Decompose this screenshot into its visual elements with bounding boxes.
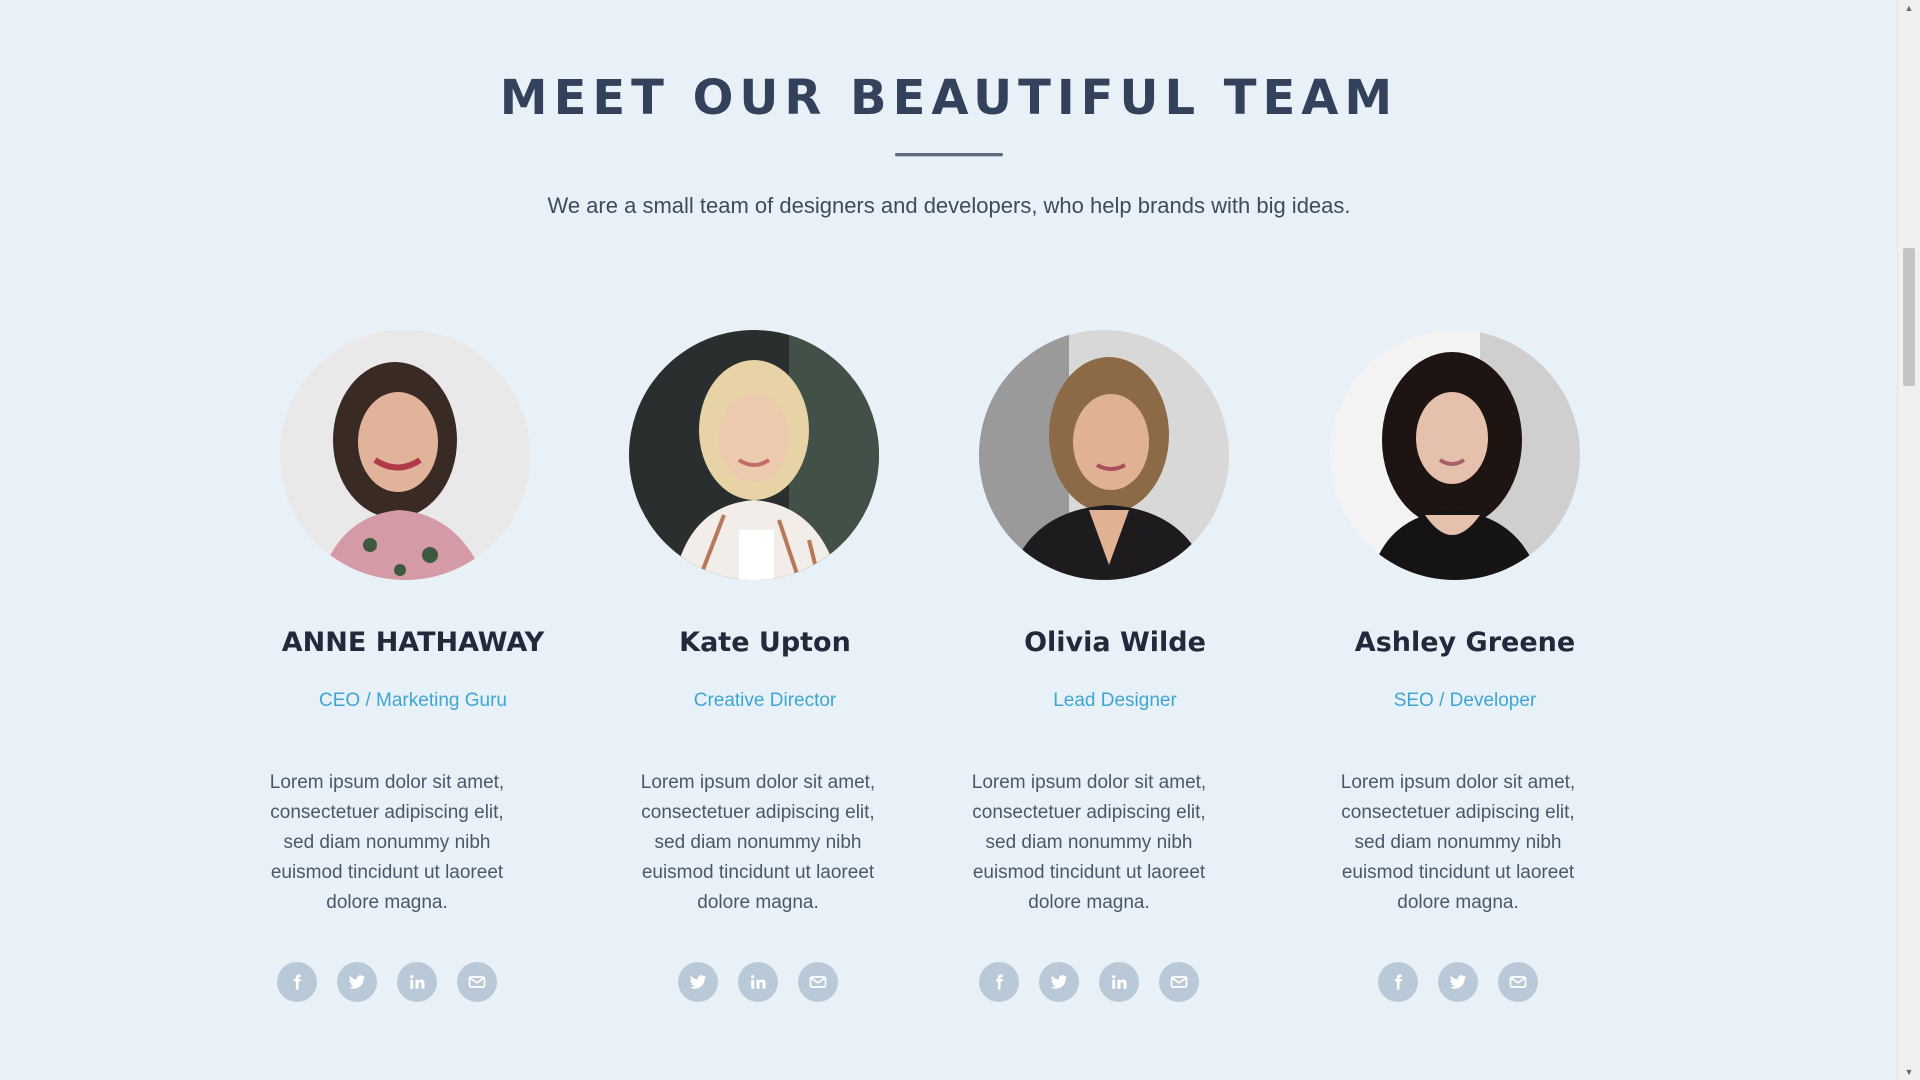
facebook-icon[interactable]: [979, 962, 1019, 1002]
email-icon[interactable]: [798, 962, 838, 1002]
member-bio: Lorem ipsum dolor sit amet, consectetuer…: [640, 772, 876, 913]
twitter-icon[interactable]: [1438, 962, 1478, 1002]
social-links: [909, 962, 1269, 1002]
team-section: MEET OUR BEAUTIFUL TEAM We are a small t…: [0, 0, 1898, 1080]
member-photo: [280, 330, 530, 580]
linkedin-icon[interactable]: [738, 962, 778, 1002]
email-icon[interactable]: [1159, 962, 1199, 1002]
team-member-card: Ashley Greene SEO / Developer Lorem ipsu…: [1285, 330, 1645, 1002]
twitter-icon[interactable]: [678, 962, 718, 1002]
member-photo: [629, 330, 879, 580]
section-title: MEET OUR BEAUTIFUL TEAM: [499, 70, 1399, 126]
twitter-icon[interactable]: [1039, 962, 1079, 1002]
member-name: Olivia Wilde: [1024, 627, 1206, 658]
social-links: [578, 962, 938, 1002]
member-name: ANNE HATHAWAY: [281, 627, 545, 658]
title-divider: [895, 153, 1003, 156]
member-role: Lead Designer: [1053, 690, 1177, 711]
member-photo: [1330, 330, 1580, 580]
facebook-icon[interactable]: [277, 962, 317, 1002]
social-links: [1278, 962, 1638, 1002]
member-bio: Lorem ipsum dolor sit amet, consectetuer…: [971, 772, 1207, 913]
member-role: Creative Director: [693, 690, 837, 711]
member-bio: Lorem ipsum dolor sit amet, consectetuer…: [1340, 772, 1576, 913]
member-bio: Lorem ipsum dolor sit amet, consectetuer…: [269, 772, 505, 913]
scrollbar-thumb[interactable]: [1903, 248, 1915, 386]
team-member-card: Kate Upton Creative Director Lorem ipsum…: [585, 330, 945, 1002]
team-member-card: ANNE HATHAWAY CEO / Marketing Guru Lorem…: [233, 330, 593, 1002]
section-subtitle: We are a small team of designers and dev…: [547, 193, 1351, 218]
email-icon[interactable]: [1498, 962, 1538, 1002]
social-links: [207, 962, 567, 1002]
vertical-scrollbar[interactable]: ▲ ▼: [1897, 0, 1920, 1080]
facebook-icon[interactable]: [1378, 962, 1418, 1002]
scroll-up-icon[interactable]: ▲: [1898, 0, 1920, 16]
member-role: CEO / Marketing Guru: [319, 690, 507, 711]
member-name: Kate Upton: [679, 627, 851, 658]
member-name: Ashley Greene: [1354, 627, 1576, 658]
twitter-icon[interactable]: [337, 962, 377, 1002]
member-role: SEO / Developer: [1393, 690, 1537, 711]
linkedin-icon[interactable]: [1099, 962, 1139, 1002]
member-photo: [979, 330, 1229, 580]
email-icon[interactable]: [457, 962, 497, 1002]
linkedin-icon[interactable]: [397, 962, 437, 1002]
team-member-card: Olivia Wilde Lead Designer Lorem ipsum d…: [935, 330, 1295, 1002]
scroll-down-icon[interactable]: ▼: [1898, 1064, 1920, 1080]
